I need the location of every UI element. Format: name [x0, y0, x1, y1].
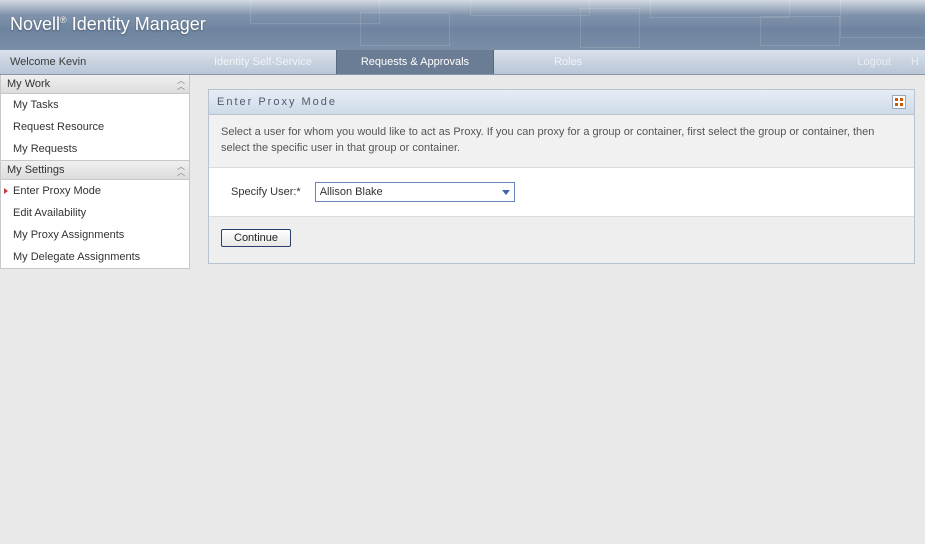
- brand-suffix: Identity Manager: [72, 14, 206, 34]
- nav-tabs: Identity Self-Service Requests & Approva…: [190, 50, 857, 74]
- collapse-icon: ︿︿: [177, 164, 183, 176]
- tab-roles[interactable]: Roles: [494, 50, 642, 74]
- panel-enter-proxy-mode: Enter Proxy Mode Select a user for whom …: [208, 89, 915, 264]
- sidebar-item-label: My Requests: [13, 143, 77, 155]
- sidebar-section-title: My Work: [7, 78, 50, 90]
- sidebar-item-label: Edit Availability: [13, 207, 86, 219]
- tab-requests-approvals[interactable]: Requests & Approvals: [336, 50, 494, 74]
- content: Enter Proxy Mode Select a user for whom …: [190, 75, 925, 264]
- sidebar-item-enter-proxy-mode[interactable]: Enter Proxy Mode: [1, 180, 189, 202]
- sidebar-item-my-requests[interactable]: My Requests: [1, 138, 189, 160]
- sidebar-item-label: Enter Proxy Mode: [13, 185, 101, 197]
- continue-button[interactable]: Continue: [221, 229, 291, 247]
- panel-header: Enter Proxy Mode: [209, 90, 914, 115]
- specify-user-input[interactable]: [316, 184, 498, 200]
- brand-prefix: Novell: [10, 14, 60, 34]
- sidebar-item-my-proxy-assignments[interactable]: My Proxy Assignments: [1, 224, 189, 246]
- sidebar-item-label: My Delegate Assignments: [13, 251, 140, 263]
- tab-label: Requests & Approvals: [361, 56, 469, 68]
- sidebar-section-my-settings[interactable]: My Settings ︿︿: [1, 160, 189, 180]
- registered-mark: ®: [60, 15, 67, 25]
- navbar: Welcome Kevin Identity Self-Service Requ…: [0, 50, 925, 75]
- header-decoration: [240, 0, 925, 50]
- sidebar: My Work ︿︿ My Tasks Request Resource My …: [0, 75, 190, 269]
- panel-description: Select a user for whom you would like to…: [209, 115, 914, 168]
- sidebar-item-edit-availability[interactable]: Edit Availability: [1, 202, 189, 224]
- sidebar-item-label: My Tasks: [13, 99, 59, 111]
- sidebar-item-my-tasks[interactable]: My Tasks: [1, 94, 189, 116]
- panel-actions: Continue: [209, 217, 914, 263]
- panel-title: Enter Proxy Mode: [217, 96, 337, 108]
- sidebar-section-title: My Settings: [7, 164, 64, 176]
- specify-user-label: Specify User:*: [231, 186, 301, 198]
- main-area: My Work ︿︿ My Tasks Request Resource My …: [0, 75, 925, 269]
- tab-identity-self-service[interactable]: Identity Self-Service: [190, 50, 336, 74]
- tab-label: Roles: [554, 56, 582, 68]
- brand-title: Novell® Identity Manager: [10, 14, 206, 35]
- nav-right: Logout H: [857, 56, 925, 68]
- app-header: Novell® Identity Manager: [0, 0, 925, 50]
- logout-link[interactable]: Logout: [857, 56, 891, 68]
- sidebar-item-label: My Proxy Assignments: [13, 229, 124, 241]
- welcome-text: Welcome Kevin: [0, 56, 190, 68]
- sidebar-item-request-resource[interactable]: Request Resource: [1, 116, 189, 138]
- specify-user-select[interactable]: [315, 182, 515, 202]
- sidebar-section-my-work[interactable]: My Work ︿︿: [1, 75, 189, 94]
- panel-form: Specify User:*: [209, 168, 914, 217]
- help-link[interactable]: H: [911, 56, 919, 68]
- collapse-icon: ︿︿: [177, 78, 183, 90]
- sidebar-item-my-delegate-assignments[interactable]: My Delegate Assignments: [1, 246, 189, 268]
- sidebar-item-label: Request Resource: [13, 121, 104, 133]
- grid-icon[interactable]: [892, 95, 906, 109]
- chevron-down-icon[interactable]: [498, 183, 514, 201]
- tab-label: Identity Self-Service: [214, 56, 312, 68]
